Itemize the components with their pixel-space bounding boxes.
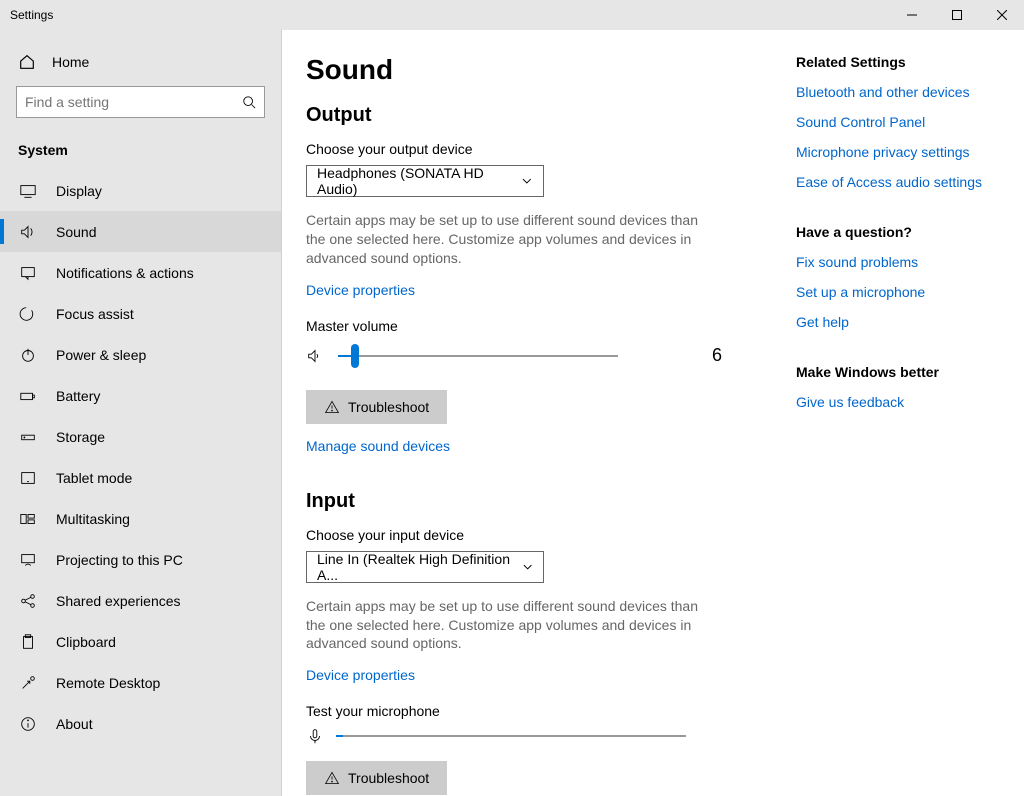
input-heading: Input <box>306 490 772 513</box>
speaker-icon <box>306 347 324 365</box>
output-heading: Output <box>306 104 772 127</box>
link-mic-privacy[interactable]: Microphone privacy settings <box>796 144 996 160</box>
output-manage-link[interactable]: Manage sound devices <box>306 438 450 454</box>
storage-icon <box>18 427 38 447</box>
about-icon <box>18 714 38 734</box>
sidebar-item-label: About <box>56 716 93 732</box>
home-label: Home <box>52 54 89 70</box>
input-desc: Certain apps may be set up to use differ… <box>306 597 706 654</box>
chevron-down-icon <box>521 175 533 187</box>
sidebar-item-label: Multitasking <box>56 511 130 527</box>
output-device-properties-link[interactable]: Device properties <box>306 282 415 298</box>
tablet-icon <box>18 468 38 488</box>
link-get-help[interactable]: Get help <box>796 314 996 330</box>
sidebar-item-label: Power & sleep <box>56 347 146 363</box>
sidebar-item-battery[interactable]: Battery <box>0 375 281 416</box>
sidebar-item-clipboard[interactable]: Clipboard <box>0 621 281 662</box>
master-volume-value: 6 <box>712 345 722 366</box>
sidebar-item-label: Sound <box>56 224 96 240</box>
input-troubleshoot-button[interactable]: Troubleshoot <box>306 761 447 795</box>
link-setup-mic[interactable]: Set up a microphone <box>796 284 996 300</box>
power-icon <box>18 345 38 365</box>
input-device-label: Choose your input device <box>306 527 772 543</box>
sidebar-item-power-sleep[interactable]: Power & sleep <box>0 334 281 375</box>
clipboard-icon <box>18 632 38 652</box>
display-icon <box>18 181 38 201</box>
projecting-icon <box>18 550 38 570</box>
sidebar-item-tablet-mode[interactable]: Tablet mode <box>0 457 281 498</box>
multitasking-icon <box>18 509 38 529</box>
sidebar-item-label: Notifications & actions <box>56 265 194 281</box>
input-device-properties-link[interactable]: Device properties <box>306 667 415 683</box>
home-icon <box>18 53 36 71</box>
sidebar-item-label: Tablet mode <box>56 470 132 486</box>
sidebar-item-about[interactable]: About <box>0 703 281 744</box>
notifications-icon <box>18 263 38 283</box>
sidebar-item-projecting[interactable]: Projecting to this PC <box>0 539 281 580</box>
output-desc: Certain apps may be set up to use differ… <box>306 211 706 268</box>
input-device-dropdown[interactable]: Line In (Realtek High Definition A... <box>306 551 544 583</box>
master-volume-slider[interactable] <box>338 344 618 368</box>
sidebar-item-label: Display <box>56 183 102 199</box>
search-field[interactable] <box>25 94 242 110</box>
titlebar: Settings <box>0 0 1024 30</box>
microphone-icon <box>306 727 324 745</box>
remote-desktop-icon <box>18 673 38 693</box>
section-label: System <box>0 134 281 170</box>
maximize-button[interactable] <box>934 0 979 30</box>
search-input[interactable] <box>16 86 265 118</box>
warning-icon <box>324 399 340 415</box>
battery-icon <box>18 386 38 406</box>
search-icon <box>242 95 256 109</box>
minimize-button[interactable] <box>889 0 934 30</box>
chevron-down-icon <box>522 561 533 573</box>
link-bluetooth[interactable]: Bluetooth and other devices <box>796 84 996 100</box>
close-button[interactable] <box>979 0 1024 30</box>
input-device-value: Line In (Realtek High Definition A... <box>317 551 522 583</box>
have-question-heading: Have a question? <box>796 224 996 240</box>
output-device-value: Headphones (SONATA HD Audio) <box>317 165 521 197</box>
shared-icon <box>18 591 38 611</box>
related-settings-heading: Related Settings <box>796 54 996 70</box>
sidebar-item-label: Battery <box>56 388 100 404</box>
sidebar-item-label: Storage <box>56 429 105 445</box>
page-title: Sound <box>306 54 772 86</box>
master-volume-label: Master volume <box>306 318 772 334</box>
output-troubleshoot-button[interactable]: Troubleshoot <box>306 390 447 424</box>
sidebar-item-shared-experiences[interactable]: Shared experiences <box>0 580 281 621</box>
link-ease-of-access[interactable]: Ease of Access audio settings <box>796 174 996 190</box>
sound-icon <box>18 222 38 242</box>
sidebar-item-label: Clipboard <box>56 634 116 650</box>
focus-assist-icon <box>18 304 38 324</box>
mic-level-bar <box>336 735 686 737</box>
feedback-heading: Make Windows better <box>796 364 996 380</box>
link-sound-control-panel[interactable]: Sound Control Panel <box>796 114 996 130</box>
window-title: Settings <box>10 8 53 22</box>
link-give-feedback[interactable]: Give us feedback <box>796 394 996 410</box>
sidebar-item-label: Projecting to this PC <box>56 552 183 568</box>
sidebar-item-display[interactable]: Display <box>0 170 281 211</box>
sidebar: Home System Display Sound Notifications … <box>0 30 282 796</box>
sidebar-item-storage[interactable]: Storage <box>0 416 281 457</box>
sidebar-item-remote-desktop[interactable]: Remote Desktop <box>0 662 281 703</box>
test-mic-label: Test your microphone <box>306 703 772 719</box>
warning-icon <box>324 770 340 786</box>
sidebar-item-notifications[interactable]: Notifications & actions <box>0 252 281 293</box>
sidebar-item-sound[interactable]: Sound <box>0 211 281 252</box>
sidebar-item-focus-assist[interactable]: Focus assist <box>0 293 281 334</box>
sidebar-item-label: Remote Desktop <box>56 675 160 691</box>
output-device-label: Choose your output device <box>306 141 772 157</box>
sidebar-item-multitasking[interactable]: Multitasking <box>0 498 281 539</box>
sidebar-item-label: Shared experiences <box>56 593 181 609</box>
sidebar-item-label: Focus assist <box>56 306 134 322</box>
home-button[interactable]: Home <box>0 38 281 86</box>
link-fix-sound[interactable]: Fix sound problems <box>796 254 996 270</box>
output-device-dropdown[interactable]: Headphones (SONATA HD Audio) <box>306 165 544 197</box>
